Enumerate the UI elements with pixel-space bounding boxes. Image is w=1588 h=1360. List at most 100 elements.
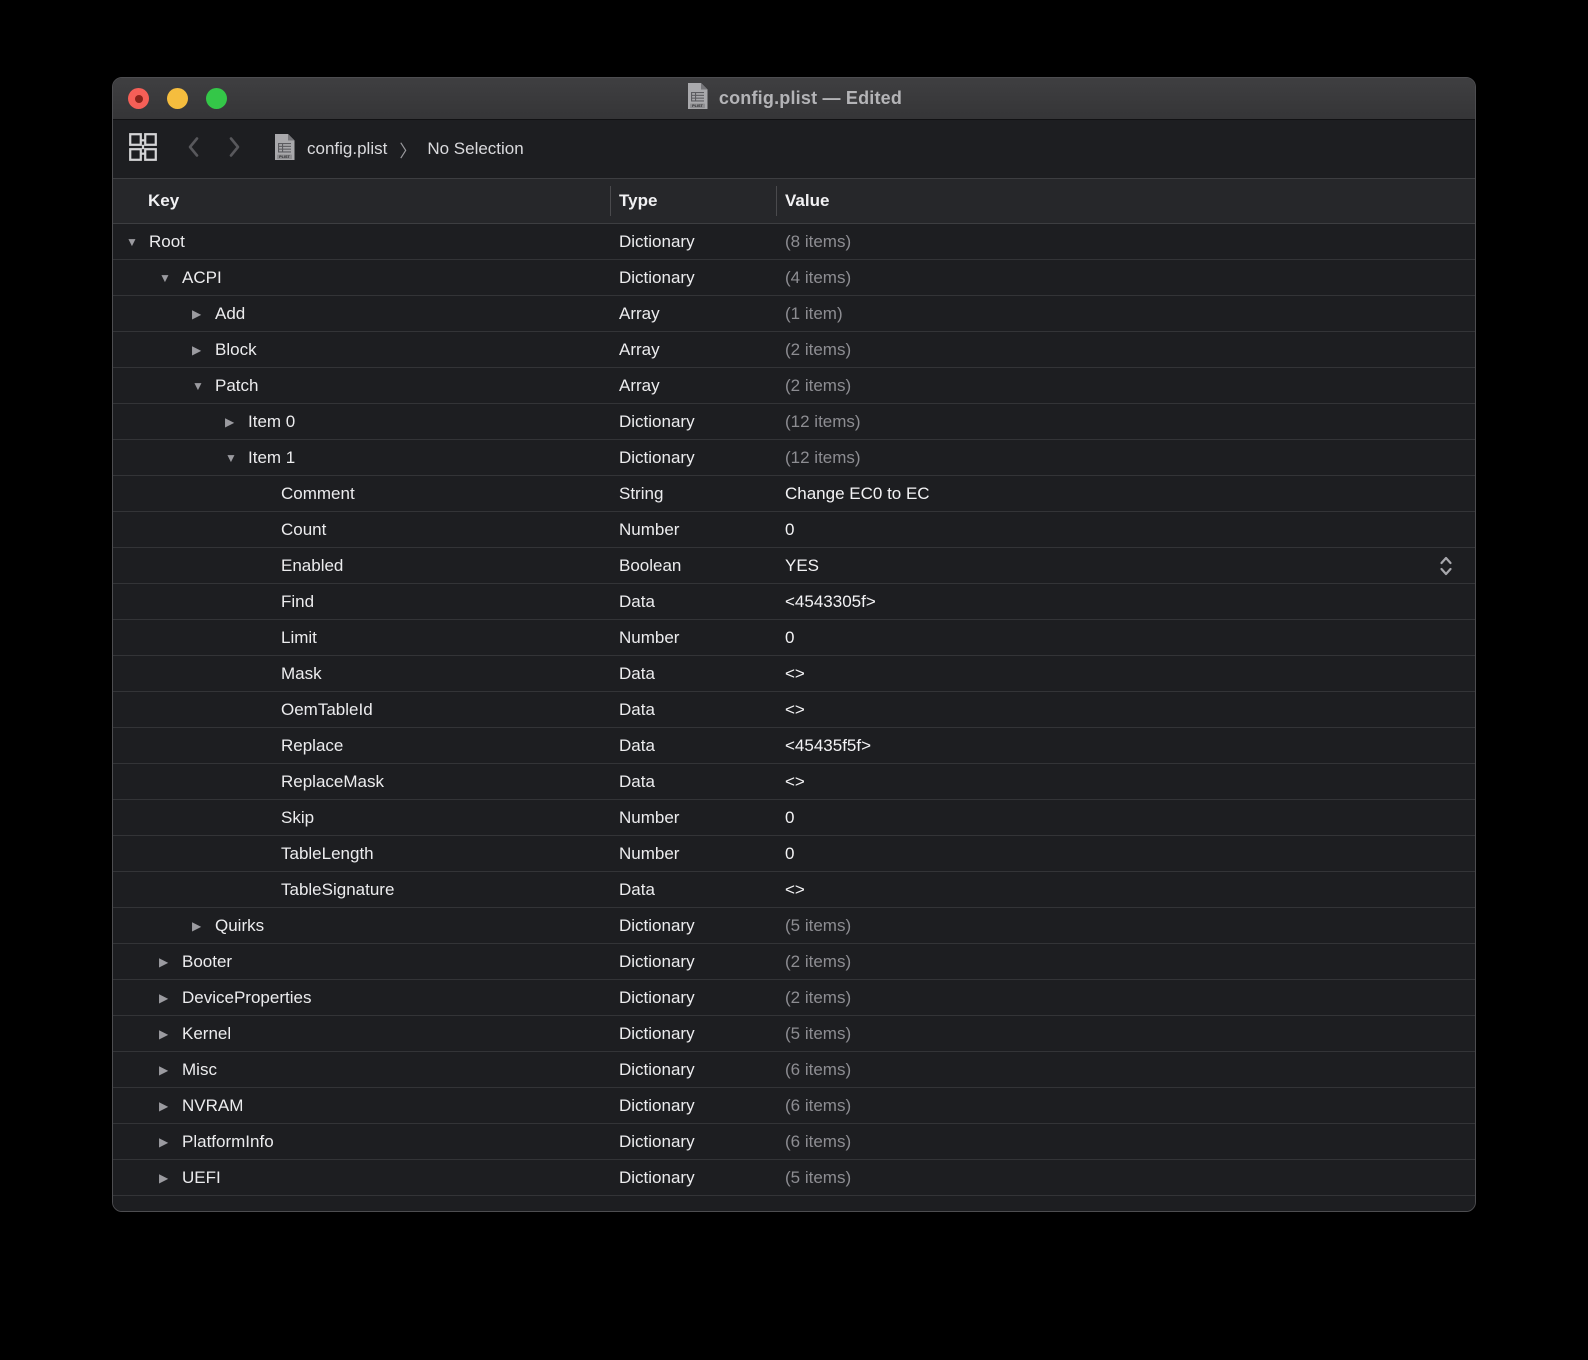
row-value-label: 0	[776, 844, 1475, 864]
row-key-label: Find	[281, 592, 314, 612]
column-header-type[interactable]: Type	[610, 179, 776, 223]
key-cell: ▶Item 0	[113, 412, 610, 432]
jumpbar-file-name[interactable]: config.plist	[307, 139, 387, 159]
row-type-label: Dictionary	[610, 412, 776, 432]
row-value-label: Change EC0 to EC	[776, 484, 1475, 504]
row-value-label: 0	[776, 808, 1475, 828]
row-value-label: (5 items)	[776, 1168, 1475, 1188]
plist-row-deviceproperties[interactable]: ▶DeviceProperties Dictionary(2 items)	[113, 980, 1475, 1016]
plist-row-find[interactable]: Find Data<4543305f>	[113, 584, 1475, 620]
row-key-label: PlatformInfo	[182, 1132, 274, 1152]
row-value-label: (2 items)	[776, 376, 1475, 396]
row-type-label: Number	[610, 844, 776, 864]
key-cell: Comment	[113, 484, 610, 504]
plist-row-comment[interactable]: CommentStringChange EC0 to EC	[113, 476, 1475, 512]
plist-row-add[interactable]: ▶AddArray(1 item)	[113, 296, 1475, 332]
jumpbar-selection[interactable]: No Selection	[427, 139, 523, 159]
disclosure-expanded-icon[interactable]: ▼	[192, 380, 215, 392]
row-value-label: <>	[776, 772, 1475, 792]
key-cell: ▼Patch	[113, 376, 610, 396]
disclosure-collapsed-icon[interactable]: ▶	[192, 344, 215, 356]
row-type-label: Boolean	[610, 556, 776, 576]
plist-document-icon: PLIST	[686, 82, 709, 115]
row-value-label: <>	[776, 664, 1475, 684]
minimize-button[interactable]	[167, 88, 188, 109]
row-type-label: Dictionary	[610, 448, 776, 468]
plist-row-booter[interactable]: ▶BooterDictionary(2 items)	[113, 944, 1475, 980]
window-titlebar[interactable]: PLIST config.plist — Edited	[113, 78, 1475, 120]
plist-row-uefi[interactable]: ▶UEFIDictionary(5 items)	[113, 1160, 1475, 1196]
disclosure-collapsed-icon[interactable]: ▶	[159, 992, 182, 1004]
disclosure-expanded-icon[interactable]: ▼	[159, 272, 182, 284]
key-cell: ▶Add	[113, 304, 610, 324]
plist-row-nvram[interactable]: ▶NVRAMDictionary(6 items)	[113, 1088, 1475, 1124]
row-type-label: Dictionary	[610, 952, 776, 972]
document-edited-dot-icon	[135, 95, 143, 103]
disclosure-expanded-icon[interactable]: ▼	[225, 452, 248, 464]
disclosure-collapsed-icon[interactable]: ▶	[192, 308, 215, 320]
row-value-label: (2 items)	[776, 988, 1475, 1008]
key-cell: Count	[113, 520, 610, 540]
plist-row-enabled[interactable]: EnabledBooleanYES	[113, 548, 1475, 584]
key-cell: ▼Root	[113, 232, 610, 252]
key-cell: ▼Item 1	[113, 448, 610, 468]
disclosure-collapsed-icon[interactable]: ▶	[225, 416, 248, 428]
key-cell: ▼ACPI	[113, 268, 610, 288]
plist-row-block[interactable]: ▶BlockArray(2 items)	[113, 332, 1475, 368]
row-type-label: Data	[610, 664, 776, 684]
boolean-value-stepper[interactable]	[1438, 554, 1454, 578]
jumpbar-separator-chevron: 〉	[399, 137, 416, 162]
disclosure-collapsed-icon[interactable]: ▶	[159, 956, 182, 968]
disclosure-collapsed-icon[interactable]: ▶	[159, 1064, 182, 1076]
plist-document-glyph: PLIST	[273, 133, 296, 161]
plist-row-platforminfo[interactable]: ▶PlatformInfoDictionary(6 items)	[113, 1124, 1475, 1160]
row-key-label: UEFI	[182, 1168, 221, 1188]
row-type-label: Number	[610, 808, 776, 828]
row-value-label: 0	[776, 628, 1475, 648]
row-value-label: <4543305f>	[776, 592, 1475, 612]
row-value-label: (6 items)	[776, 1096, 1475, 1116]
plist-row-tablesignature[interactable]: TableSignatureData<>	[113, 872, 1475, 908]
row-key-label: TableSignature	[281, 880, 394, 900]
row-value-label: (12 items)	[776, 412, 1475, 432]
plist-row-mask[interactable]: Mask Data<>	[113, 656, 1475, 692]
plist-row-misc[interactable]: ▶MiscDictionary(6 items)	[113, 1052, 1475, 1088]
disclosure-expanded-icon[interactable]: ▼	[126, 236, 149, 248]
row-key-label: Quirks	[215, 916, 264, 936]
plist-row-tablelength[interactable]: TableLengthNumber0	[113, 836, 1475, 872]
disclosure-collapsed-icon[interactable]: ▶	[159, 1028, 182, 1040]
row-value-label: <>	[776, 880, 1475, 900]
plist-row-root[interactable]: ▼RootDictionary(8 items)	[113, 224, 1475, 260]
related-items-icon[interactable]	[128, 132, 158, 167]
back-button-icon[interactable]	[185, 135, 202, 164]
plist-row-limit[interactable]: LimitNumber0	[113, 620, 1475, 656]
close-button[interactable]	[128, 88, 149, 109]
plist-row-item-0[interactable]: ▶Item 0Dictionary(12 items)	[113, 404, 1475, 440]
row-key-label: Mask	[281, 664, 322, 684]
row-type-label: Dictionary	[610, 988, 776, 1008]
row-type-label: Data	[610, 592, 776, 612]
column-header-value[interactable]: Value	[776, 179, 1475, 223]
row-key-label: Booter	[182, 952, 232, 972]
disclosure-collapsed-icon[interactable]: ▶	[192, 920, 215, 932]
column-header-key[interactable]: Key	[113, 179, 610, 223]
disclosure-collapsed-icon[interactable]: ▶	[159, 1100, 182, 1112]
plist-row-oemtableid[interactable]: OemTableIdData<>	[113, 692, 1475, 728]
zoom-button[interactable]	[206, 88, 227, 109]
disclosure-collapsed-icon[interactable]: ▶	[159, 1136, 182, 1148]
forward-button-icon[interactable]	[226, 135, 243, 164]
plist-row-skip[interactable]: SkipNumber0	[113, 800, 1475, 836]
disclosure-collapsed-icon[interactable]: ▶	[159, 1172, 182, 1184]
row-key-label: DeviceProperties	[182, 988, 311, 1008]
plist-row-patch[interactable]: ▼PatchArray(2 items)	[113, 368, 1475, 404]
plist-row-item-1[interactable]: ▼Item 1Dictionary(12 items)	[113, 440, 1475, 476]
row-key-label: NVRAM	[182, 1096, 243, 1116]
plist-row-count[interactable]: CountNumber0	[113, 512, 1475, 548]
row-type-label: Array	[610, 376, 776, 396]
plist-row-kernel[interactable]: ▶KernelDictionary(5 items)	[113, 1016, 1475, 1052]
plist-row-replace[interactable]: ReplaceData<45435f5f>	[113, 728, 1475, 764]
row-key-label: Count	[281, 520, 326, 540]
plist-row-quirks[interactable]: ▶QuirksDictionary(5 items)	[113, 908, 1475, 944]
plist-row-replacemask[interactable]: ReplaceMaskData<>	[113, 764, 1475, 800]
plist-row-acpi[interactable]: ▼ACPIDictionary(4 items)	[113, 260, 1475, 296]
